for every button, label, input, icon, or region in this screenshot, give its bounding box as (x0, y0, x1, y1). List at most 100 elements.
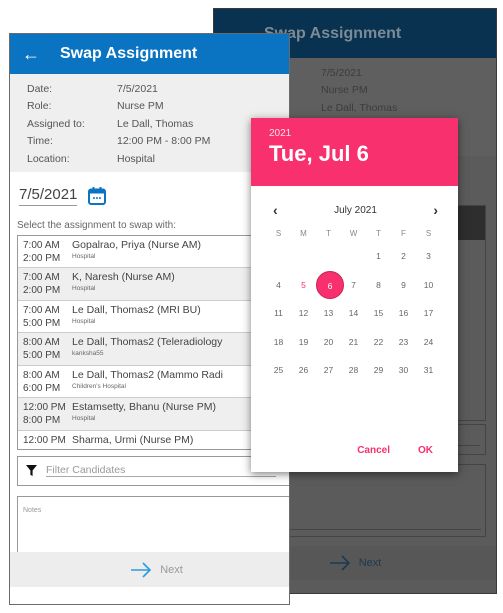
month-label: July 2021 (334, 204, 377, 216)
detail-value: Nurse PM (117, 100, 164, 113)
calendar-day[interactable]: 26 (291, 356, 316, 385)
calendar-day[interactable]: 15 (366, 299, 391, 328)
calendar-day[interactable]: 13 (316, 299, 341, 328)
date-field[interactable]: 7/5/2021 (19, 186, 78, 206)
assignment-list[interactable]: 7:00 AM 2:00 PM Gopalrao, Priya (Nurse AM)… (17, 234, 289, 450)
assignment-location: Hospital (72, 415, 96, 422)
assignment-row[interactable]: 12:00 PM 8:00 PM Estamsetty, Bhanu (Nurse … (18, 398, 289, 431)
calendar-day[interactable]: 3 (416, 242, 441, 271)
empty-day-cell (291, 242, 316, 271)
assignment-info: Estamsetty, Bhanu (Nurse PM) Hospital (72, 401, 216, 430)
detail-row-assigned-to: Assigned to: Le Dall, Thomas (27, 115, 289, 133)
assignment-row[interactable]: 7:00 AM 5:00 PM Le Dall, Thomas2 (MRI BU) H… (18, 301, 289, 333)
assignment-info: Sharma, Urmi (Nurse PM) (72, 433, 194, 449)
next-label-dimmed: Next (358, 557, 382, 569)
assignee-name: Sharma, Urmi (Nurse PM) (72, 433, 194, 446)
calendar-day[interactable]: 18 (266, 328, 291, 357)
end-time: 5:00 PM (23, 317, 61, 329)
calendar-day[interactable]: 25 (266, 356, 291, 385)
calendar-day[interactable]: 5 (291, 271, 316, 300)
detail-row-time: Time: 12:00 PM - 8:00 PM (27, 133, 289, 151)
assignment-info: Le Dall, Thomas2 (MRI BU) Hospital (72, 304, 201, 333)
calendar-day[interactable]: 14 (341, 299, 366, 328)
calendar-day[interactable]: 31 (416, 356, 441, 385)
day-number: 17 (423, 308, 434, 318)
assignment-row[interactable]: 7:00 AM 2:00 PM Gopalrao, Priya (Nurse AM)… (18, 236, 289, 268)
back-arrow-icon[interactable]: ← (22, 44, 54, 65)
calendar-day[interactable]: 16 (391, 299, 416, 328)
day-number: 3 (426, 251, 431, 261)
calendar-day[interactable]: 1 (366, 242, 391, 271)
assignment-row[interactable]: 8:00 AM 5:00 PM Le Dall, Thomas2 (Teleradi… (18, 333, 289, 366)
calendar-day[interactable]: 29 (366, 356, 391, 385)
next-button[interactable]: Next (10, 552, 289, 587)
calendar-day[interactable]: 4 (266, 271, 291, 300)
selected-day[interactable]: 6 (316, 270, 344, 300)
assignment-times: 12:00 PM (18, 434, 72, 449)
calendar-day[interactable]: 10 (416, 271, 441, 300)
assignment-times: 8:00 AM 6:00 PM (18, 369, 72, 398)
assignment-row[interactable]: 12:00 PM Sharma, Urmi (Nurse PM) (18, 431, 289, 449)
page-title: Swap Assignment (60, 45, 198, 62)
day-number: 29 (373, 365, 384, 375)
calendar-day[interactable]: 23 (391, 328, 416, 357)
picker-year[interactable]: 2021 (269, 128, 458, 139)
day-number: 23 (398, 336, 409, 347)
assignee-name: Le Dall, Thomas2 (MRI BU) (72, 303, 201, 316)
weekday-header: M (300, 229, 307, 238)
day-number: 8 (376, 279, 381, 290)
day-number: 2 (401, 251, 406, 261)
calendar-day[interactable]: 11 (266, 299, 291, 328)
weekday-header: W (349, 229, 358, 238)
weekday-header: S (425, 229, 432, 238)
calendar-day[interactable]: 2 (391, 242, 416, 271)
detail-value: 12:00 PM - 8:00 PM (117, 135, 211, 148)
ok-button[interactable]: OK (418, 445, 433, 456)
end-time: 8:00 PM (23, 415, 61, 426)
calendar-day[interactable]: 19 (291, 328, 316, 357)
day-number: 12 (298, 308, 309, 318)
day-number: 22 (373, 336, 384, 347)
assignment-row[interactable]: 7:00 AM 2:00 PM K, Naresh (Nurse AM) Hospit… (18, 268, 289, 301)
calendar-day[interactable]: 8 (366, 271, 391, 300)
empty-day-cell (316, 242, 341, 271)
assignment-times: 12:00 PM 8:00 PM (18, 401, 72, 430)
calendar-day[interactable]: 12 (291, 299, 316, 328)
weekday-header: F (401, 229, 406, 238)
assignment-location: Hospital (72, 285, 96, 292)
calendar-day[interactable]: 20 (316, 328, 341, 357)
picker-actions: Cancel OK (357, 445, 433, 456)
date-picker-header: 2021 Tue, Jul 6 (251, 118, 458, 186)
detail-row-role: Role: Nurse PM (27, 98, 289, 116)
start-time: 7:00 AM (23, 239, 60, 251)
chevron-right-icon[interactable]: › (433, 202, 438, 218)
calendar-day[interactable]: 28 (341, 356, 366, 385)
assignment-info: Le Dall, Thomas2 (Teleradiology kanksha55 (72, 336, 222, 365)
day-number: 5 (301, 279, 306, 290)
start-time: 7:00 AM (23, 304, 60, 316)
day-number: 31 (423, 365, 434, 375)
calendar-day[interactable]: 7 (341, 271, 366, 300)
cancel-button[interactable]: Cancel (357, 445, 390, 456)
calendar-day[interactable]: 27 (316, 356, 341, 385)
calendar-day[interactable]: 9 (391, 271, 416, 300)
calendar-day[interactable]: 24 (416, 328, 441, 357)
detail-label: Time: (27, 135, 53, 148)
calendar-day[interactable]: 30 (391, 356, 416, 385)
day-number: 27 (323, 365, 334, 375)
detail-label: Date: (27, 82, 53, 95)
chevron-left-icon[interactable]: ‹ (273, 202, 278, 218)
weekday-header: S (275, 229, 282, 238)
day-number: 16 (398, 308, 409, 318)
assignment-location: kanksha55 (72, 350, 104, 357)
calendar-day[interactable]: 22 (366, 328, 391, 357)
day-number: 11 (274, 308, 283, 318)
calendar-day[interactable]: 17 (416, 299, 441, 328)
end-time: 5:00 PM (23, 350, 61, 361)
assignment-row[interactable]: 8:00 AM 6:00 PM Le Dall, Thomas2 (Mammo Ra… (18, 366, 289, 398)
date-selector: 7/5/2021 (10, 172, 289, 210)
calendar-day[interactable]: 21 (341, 328, 366, 357)
filter-candidates-input[interactable] (46, 464, 276, 477)
calendar-icon[interactable] (87, 186, 107, 206)
start-time: 12:00 PM (23, 434, 66, 446)
